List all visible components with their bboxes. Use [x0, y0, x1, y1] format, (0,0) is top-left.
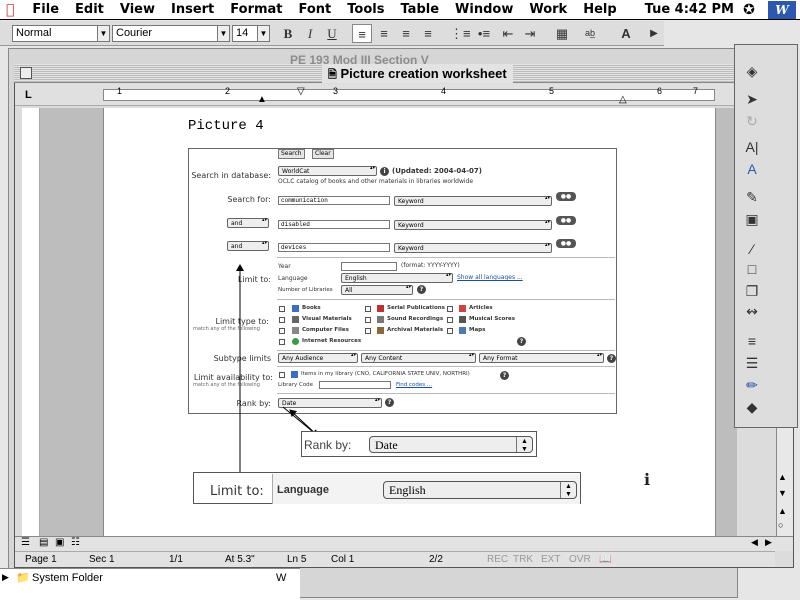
scroll-left-arrow-icon[interactable]: ◀: [751, 537, 758, 548]
line-icon[interactable]: ∕: [741, 239, 763, 259]
callout-arrows: [236, 264, 319, 483]
drawing-palette: ◈ ➤ ↻ A| A ✎ ▣ ∕ □ ❐ ↭ ≡ ☰ ✏ ◆: [734, 44, 798, 428]
rotate-icon[interactable]: ↻: [741, 111, 763, 131]
scroll-up-arrow-icon[interactable]: ▲: [778, 472, 787, 482]
rectangle-icon[interactable]: □: [741, 259, 763, 279]
status-at: At 5.3": [225, 554, 255, 565]
select-arrow-icon[interactable]: ➤: [741, 89, 763, 109]
line-style-icon[interactable]: ≡: [741, 331, 763, 351]
status-line: Ln 5: [287, 554, 307, 565]
status-ovr[interactable]: OVR: [569, 554, 591, 565]
online-layout-icon[interactable]: ▤: [39, 537, 48, 548]
wordart-icon[interactable]: A: [741, 159, 763, 179]
clipart-icon[interactable]: ✎: [741, 187, 763, 207]
callout-rank-by-value: Date: [375, 438, 398, 452]
status-ext[interactable]: EXT: [541, 554, 560, 565]
fill-style-icon[interactable]: ☰: [741, 353, 763, 373]
disclosure-triangle-icon[interactable]: ▶: [2, 572, 9, 583]
spelling-status-icon[interactable]: 📖: [599, 554, 611, 565]
status-section: Sec 1: [89, 554, 115, 565]
status-page: Page 1: [25, 554, 57, 565]
callout-language-select: English ▲ ▼: [383, 481, 577, 499]
fill-color-icon[interactable]: ◆: [741, 397, 763, 417]
callout-rank-by-label: Rank by:: [304, 438, 352, 452]
text-box-icon[interactable]: A|: [741, 137, 763, 157]
scroll-down-arrow-icon[interactable]: ▼: [778, 488, 787, 498]
updown-arrows-icon: ▲ ▼: [516, 437, 532, 453]
callout-rank-by-select: Date ▲ ▼: [369, 436, 533, 453]
callout-language-label: Language: [277, 484, 329, 496]
callout-language-value: English: [389, 483, 426, 497]
status-bar: Page 1 Sec 1 1/1 At 5.3" Ln 5 Col 1 2/2 …: [15, 551, 775, 567]
status-column: Col 1: [331, 554, 355, 565]
callout-limit-to-label: Limit to:: [210, 484, 264, 499]
previous-page-icon[interactable]: ▲: [778, 506, 787, 516]
status-count: 2/2: [429, 554, 443, 565]
line-color-icon[interactable]: ✏: [741, 375, 763, 395]
normal-view-icon[interactable]: ☰: [21, 537, 30, 548]
status-rec[interactable]: REC: [487, 554, 508, 565]
finder-window: ▶ 📁 System Folder W: [0, 568, 300, 600]
horizontal-scrollbar-row[interactable]: ☰ ▤ ▣ ☷ ◀ ▶: [15, 536, 793, 551]
limit-to-callout: Limit to: Language English ▲ ▼: [193, 472, 581, 504]
finder-side-label: W: [276, 572, 287, 584]
group-icon[interactable]: ❐: [741, 281, 763, 301]
page-layout-icon[interactable]: ▣: [55, 537, 64, 548]
status-pages: 1/1: [169, 554, 183, 565]
status-trk[interactable]: TRK: [513, 554, 533, 565]
updown-arrows-icon: ▲ ▼: [560, 482, 576, 498]
picture-icon[interactable]: ▣: [741, 209, 763, 229]
scroll-right-arrow-icon[interactable]: ▶: [765, 537, 772, 548]
text-cursor-icon: ℹ: [644, 472, 651, 489]
outline-view-icon[interactable]: ☷: [71, 537, 80, 548]
browse-object-icon[interactable]: ○: [778, 520, 783, 530]
finder-item-system-folder[interactable]: System Folder: [32, 572, 103, 584]
rank-by-callout: Rank by: Date ▲ ▼: [301, 431, 537, 457]
folder-icon: 📁: [16, 572, 30, 584]
connector-icon[interactable]: ↭: [741, 301, 763, 321]
shapes-icon[interactable]: ◈: [741, 61, 763, 81]
